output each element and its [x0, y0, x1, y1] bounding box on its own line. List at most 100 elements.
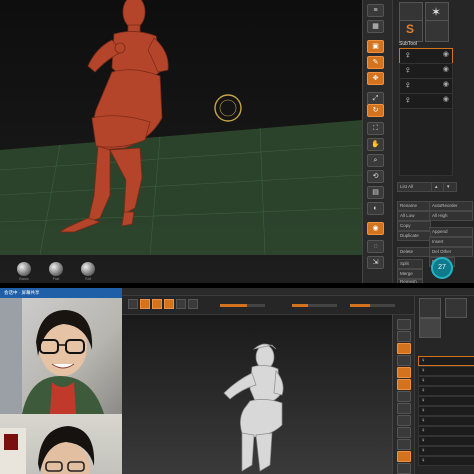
- figure-icon: ♀: [404, 65, 412, 76]
- solo-button[interactable]: ◉: [367, 222, 384, 235]
- material-sphere[interactable]: [81, 262, 95, 276]
- mrgb-mini-icon[interactable]: [188, 299, 198, 309]
- list-all-button[interactable]: List All: [397, 182, 433, 192]
- split-button[interactable]: Split: [397, 259, 423, 269]
- all-low-button[interactable]: All Low: [397, 211, 431, 221]
- subtool-item[interactable]: ♀: [418, 426, 474, 436]
- polysphere-icon[interactable]: [425, 20, 449, 42]
- insert-button[interactable]: Insert: [429, 237, 473, 247]
- draw-button[interactable]: ✎: [367, 56, 384, 69]
- zoom-icon[interactable]: ⌕: [367, 154, 384, 167]
- eye-icon[interactable]: ◉: [443, 95, 449, 103]
- tool-thumbnail[interactable]: [419, 298, 441, 318]
- star-icon[interactable]: [445, 298, 467, 318]
- draw-button[interactable]: [397, 367, 411, 378]
- copy-button[interactable]: Copy: [397, 221, 431, 231]
- subtool-list-empty: [399, 108, 453, 176]
- material-label: Flat: [52, 276, 60, 281]
- viewport-3d[interactable]: Basic Flat Std: [0, 0, 362, 283]
- video-call-titlebar: 会话中 · 屏幕共享: [0, 288, 126, 298]
- eye-icon[interactable]: ◉: [443, 80, 449, 88]
- edit-mini-icon[interactable]: [128, 299, 138, 309]
- grid-icon[interactable]: [397, 331, 411, 342]
- subtool-item[interactable]: ♀: [418, 376, 474, 386]
- brush-cursor: [214, 94, 242, 122]
- frame-icon[interactable]: [397, 391, 411, 402]
- zbrush-menubar: [122, 288, 474, 296]
- all-high-button[interactable]: All High: [429, 211, 473, 221]
- xpose-icon[interactable]: [397, 463, 411, 474]
- polyframe-icon[interactable]: [397, 439, 411, 450]
- subtool-item[interactable]: ♀: [418, 406, 474, 416]
- rotate-view-icon[interactable]: ⟲: [367, 170, 384, 183]
- polyframe-icon[interactable]: ▤: [367, 186, 384, 199]
- tool-palette: ♀ ♀ ♀ ♀ ♀ ♀ ♀ ♀ ♀ ♀ ♀: [414, 296, 474, 474]
- rename-button[interactable]: Rename: [397, 201, 431, 211]
- move-view-icon[interactable]: [397, 403, 411, 414]
- move-mini-button[interactable]: [152, 299, 162, 309]
- subtool-item[interactable]: ♀: [418, 396, 474, 406]
- viewport-3d[interactable]: [122, 315, 392, 474]
- focal-shift-slider[interactable]: [220, 304, 265, 307]
- subtool-item[interactable]: ♀: [418, 446, 474, 456]
- edit-button[interactable]: [397, 343, 411, 354]
- delete-button[interactable]: Delete: [397, 247, 431, 257]
- figure-thumbnail[interactable]: [419, 318, 441, 338]
- draw-mini-button[interactable]: [140, 299, 150, 309]
- subtool-item[interactable]: ♀: [418, 456, 474, 466]
- edit-button[interactable]: ▣: [367, 40, 384, 53]
- subtool-item[interactable]: ♀ ◉: [399, 63, 453, 79]
- menu-icon[interactable]: [397, 319, 411, 330]
- eye-icon[interactable]: ◉: [443, 65, 449, 73]
- move-view-icon[interactable]: ✋: [367, 138, 384, 151]
- move-button[interactable]: [397, 379, 411, 390]
- merge-button[interactable]: Merge: [397, 269, 423, 279]
- grid-icon[interactable]: ▦: [367, 20, 384, 33]
- autoreorder-button[interactable]: AutoReorder: [429, 201, 473, 211]
- subtool-item[interactable]: ♀: [418, 366, 474, 376]
- duplicate-button[interactable]: Duplicate: [397, 231, 431, 241]
- zbrush-window-top: Basic Flat Std ≡ ▦ ▣ ✎ ✥ ⤢ ↻ ⛶ ✋ ⌕ ⟲ ▤ ◐…: [0, 0, 474, 285]
- subtool-item[interactable]: ♀ ◉: [399, 78, 453, 94]
- viewport-scene: [0, 0, 362, 256]
- floor-plane: [0, 120, 362, 255]
- subtool-item[interactable]: ♀: [418, 436, 474, 446]
- material-label: Std: [84, 276, 91, 281]
- scale-mini-button[interactable]: [164, 299, 174, 309]
- subtool-item[interactable]: ♀: [418, 356, 474, 366]
- figure-icon: ♀: [404, 80, 412, 91]
- material-sphere[interactable]: [17, 262, 31, 276]
- subtool-item[interactable]: ♀: [418, 416, 474, 426]
- person-portrait: [0, 298, 104, 414]
- scale-icon[interactable]: [397, 355, 411, 366]
- progress-dial: 27: [431, 257, 453, 279]
- right-shelf: ≡ ▦ ▣ ✎ ✥ ⤢ ↻ ⛶ ✋ ⌕ ⟲ ▤ ◐ ◉ ◌ ⇲: [362, 0, 393, 283]
- zoom-icon[interactable]: [397, 415, 411, 426]
- sculpt-model-gray: [223, 343, 284, 472]
- material-sphere[interactable]: [49, 262, 63, 276]
- frame-icon[interactable]: ⛶: [367, 122, 384, 135]
- menu-icon[interactable]: ≡: [367, 4, 384, 17]
- draw-size-slider[interactable]: [292, 304, 337, 307]
- ghost-icon[interactable]: ◌: [367, 240, 384, 253]
- down-arrow-icon[interactable]: ▼: [443, 182, 457, 192]
- subtool-item[interactable]: ♀ ◉: [399, 93, 453, 109]
- solo-button[interactable]: [397, 451, 411, 462]
- del-other-button[interactable]: Del Other: [429, 247, 473, 257]
- tool-palette: ✶ S SubTool ♀ ◉ ♀ ◉ ♀ ◉ ♀ ◉ List All ▲ ▼ Ren…: [392, 0, 474, 285]
- subtool-item[interactable]: ♀ ◉: [399, 48, 453, 64]
- xpose-icon[interactable]: ⇲: [367, 256, 384, 269]
- move-button[interactable]: ✥: [367, 72, 384, 85]
- transp-icon[interactable]: ◐: [367, 202, 384, 215]
- right-shelf: [392, 315, 415, 474]
- subtool-item[interactable]: ♀: [418, 386, 474, 396]
- rotate-button[interactable]: ↻: [367, 104, 384, 117]
- append-button[interactable]: Append: [429, 227, 473, 237]
- brush-cursor-inner: [219, 99, 237, 117]
- rotate-mini-icon[interactable]: [176, 299, 186, 309]
- rotate-view-icon[interactable]: [397, 427, 411, 438]
- eye-icon[interactable]: ◉: [443, 50, 449, 58]
- z-intensity-slider[interactable]: [350, 304, 395, 307]
- figure-icon: ♀: [404, 95, 412, 106]
- viewport-scene: [223, 343, 284, 472]
